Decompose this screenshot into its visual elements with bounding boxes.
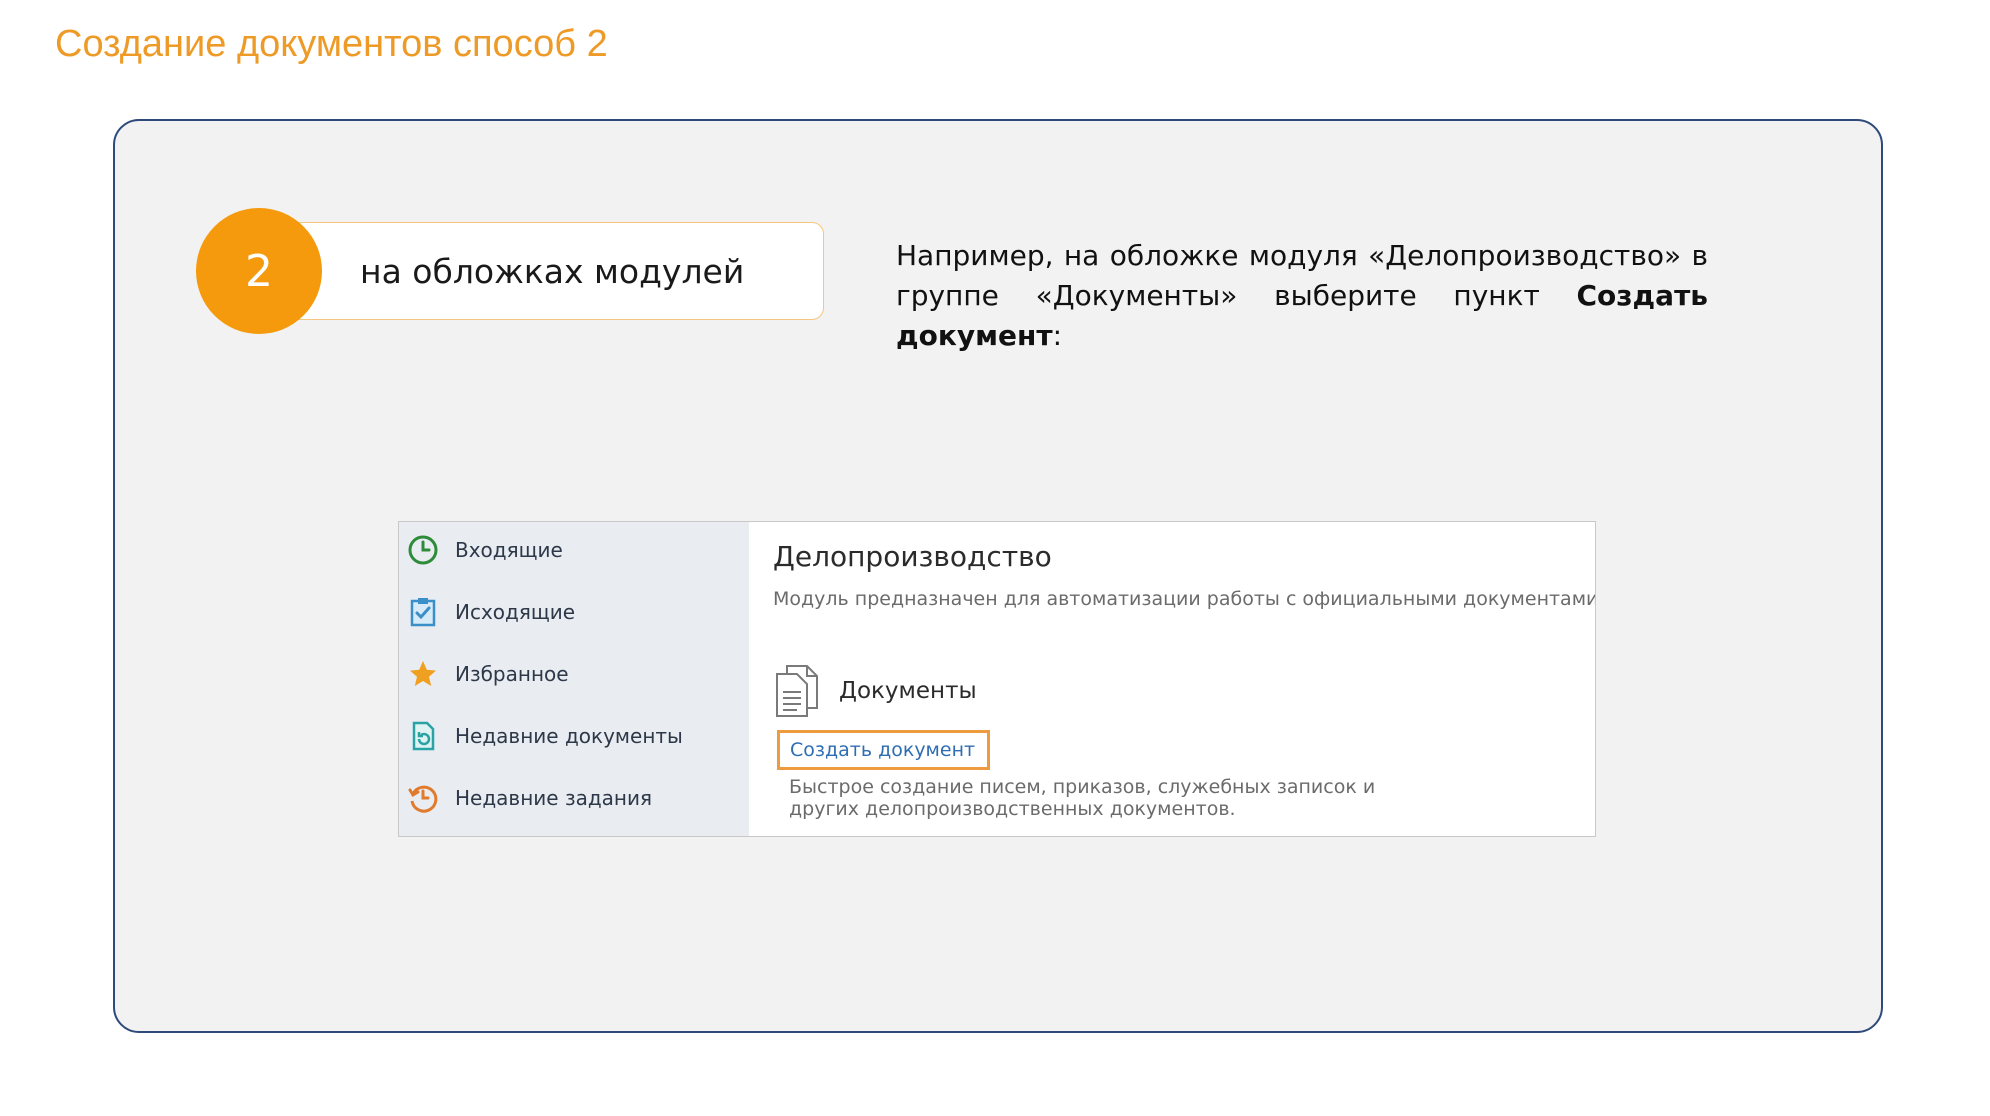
sidebar: Входящие Исходящие Избранное Недавние до…: [399, 522, 749, 836]
create-document-link[interactable]: Создать документ: [777, 730, 991, 770]
group-title: Документы: [839, 678, 977, 704]
step-label: на обложках модулей: [360, 252, 745, 291]
sidebar-item-label: Недавние задания: [455, 786, 653, 810]
sidebar-item-label: Исходящие: [455, 600, 576, 624]
sidebar-item-label: Избранное: [455, 662, 569, 686]
module-description: Модуль предназначен для автоматизации ра…: [773, 588, 1596, 610]
sidebar-item-favorites[interactable]: Избранное: [405, 654, 569, 694]
recent-document-icon: [405, 718, 441, 754]
sidebar-item-outgoing[interactable]: Исходящие: [405, 592, 575, 632]
step-number-badge: 2: [196, 208, 322, 334]
star-icon: [405, 656, 441, 692]
slide: Создание документов способ 2 на обложках…: [0, 0, 1990, 1116]
instruction-part2: :: [1052, 319, 1062, 352]
documents-icon: [771, 662, 825, 723]
sidebar-item-label: Входящие: [455, 538, 563, 562]
step-number: 2: [245, 245, 273, 297]
history-clock-icon: [405, 780, 441, 816]
instruction-text: Например, на обложке модуля «Делопроизво…: [896, 236, 1708, 356]
sidebar-item-recent-documents[interactable]: Недавние документы: [405, 716, 683, 756]
clock-icon: [405, 532, 441, 568]
checklist-icon: [405, 594, 441, 630]
slide-title: Создание документов способ 2: [55, 23, 608, 65]
sidebar-item-incoming[interactable]: Входящие: [405, 530, 563, 570]
sidebar-item-label: Недавние документы: [455, 724, 683, 748]
sidebar-item-recent-tasks[interactable]: Недавние задания: [405, 778, 652, 818]
module-cover-screenshot: Входящие Исходящие Избранное Недавние до…: [398, 521, 1596, 837]
create-document-description: Быстрое создание писем, приказов, служеб…: [789, 776, 1376, 820]
module-title: Делопроизводство: [773, 540, 1052, 573]
